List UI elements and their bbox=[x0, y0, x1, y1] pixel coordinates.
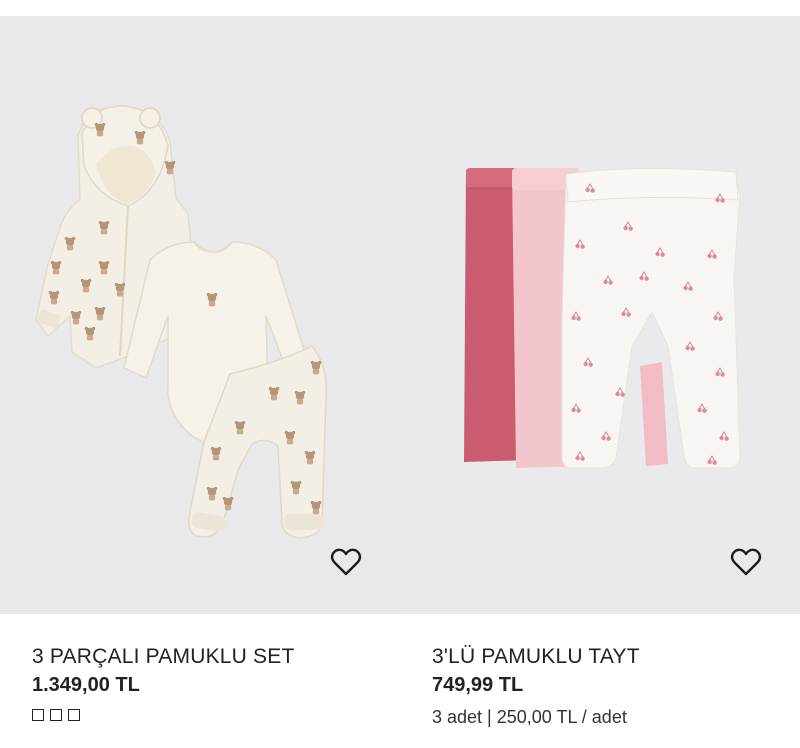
color-swatch[interactable] bbox=[50, 709, 62, 721]
leggings-illustration bbox=[464, 167, 741, 469]
favorite-button-leggings[interactable] bbox=[728, 544, 764, 580]
top-strip bbox=[0, 0, 800, 16]
favorite-button-set[interactable] bbox=[328, 544, 364, 580]
product-price: 749,99 TL bbox=[432, 674, 524, 696]
product-info-set: 3 PARÇALI PAMUKLU SET 1.349,00 TL bbox=[32, 644, 390, 721]
set-illustration bbox=[35, 105, 327, 539]
heart-outline-icon bbox=[330, 548, 362, 576]
unit-price: 3 adet | 250,00 TL / adet bbox=[432, 707, 627, 727]
product-title[interactable]: 3'LÜ PAMUKLU TAYT bbox=[432, 644, 790, 670]
heart-outline-icon bbox=[730, 548, 762, 576]
color-swatch[interactable] bbox=[32, 709, 44, 721]
color-swatches bbox=[32, 709, 390, 721]
product-price: 1.349,00 TL bbox=[32, 674, 140, 696]
product-info-leggings: 3'LÜ PAMUKLU TAYT 749,99 TL 3 adet | 250… bbox=[432, 644, 790, 728]
color-swatch[interactable] bbox=[68, 709, 80, 721]
product-card-leggings[interactable]: 3'LÜ PAMUKLU TAYT 749,99 TL 3 adet | 250… bbox=[400, 16, 800, 748]
product-card-set[interactable]: 3 PARÇALI PAMUKLU SET 1.349,00 TL bbox=[0, 16, 400, 748]
product-image-leggings[interactable] bbox=[400, 16, 800, 614]
product-image-set[interactable] bbox=[0, 16, 400, 614]
product-title[interactable]: 3 PARÇALI PAMUKLU SET bbox=[32, 644, 390, 670]
